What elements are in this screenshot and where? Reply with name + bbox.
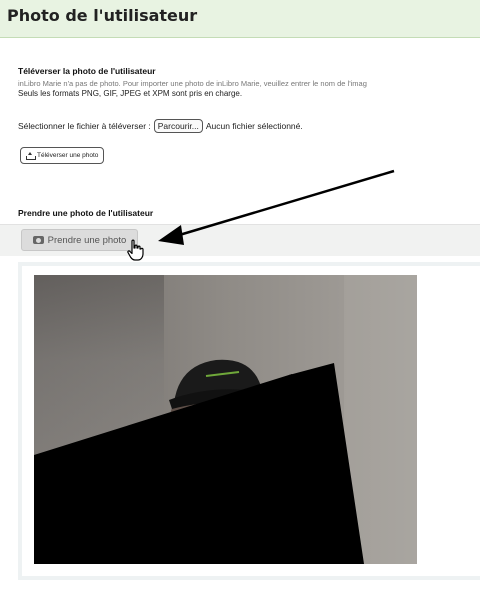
page-title: Photo de l'utilisateur xyxy=(7,6,198,25)
take-photo-section-heading: Prendre une photo de l'utilisateur xyxy=(18,208,154,218)
hand-cursor-icon xyxy=(127,239,144,261)
file-select-label: Sélectionner le fichier à téléverser : xyxy=(18,121,151,131)
take-photo-button-label: Prendre une photo xyxy=(47,234,127,246)
upload-photo-button[interactable]: Téléverser une photo xyxy=(20,147,105,164)
take-photo-button[interactable]: Prendre une photo xyxy=(21,229,138,251)
upload-icon xyxy=(26,152,36,160)
no-file-selected-text: Aucun fichier sélectionné. xyxy=(205,121,303,131)
webcam-photo-preview xyxy=(34,275,417,564)
camera-icon xyxy=(32,236,44,244)
webcam-photo-image xyxy=(34,275,417,564)
upload-section-heading: Téléverser la photo de l'utilisateur xyxy=(18,66,156,76)
upload-hint-text: inLibro Marie n'a pas de photo. Pour imp… xyxy=(18,79,367,88)
file-select-row: Sélectionner le fichier à téléverser : P… xyxy=(18,119,303,133)
browse-button[interactable]: Parcourir... xyxy=(153,119,203,133)
upload-photo-button-label: Téléverser une photo xyxy=(37,152,99,159)
supported-formats-text: Seuls les formats PNG, GIF, JPEG et XPM … xyxy=(18,89,243,98)
page-header: Photo de l'utilisateur xyxy=(0,0,480,38)
